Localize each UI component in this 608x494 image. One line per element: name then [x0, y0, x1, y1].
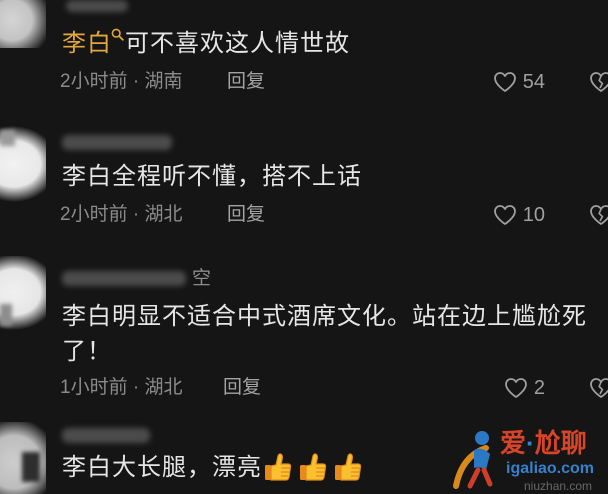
heart-outline-icon	[493, 205, 516, 225]
comment-body: 可不喜欢这人情世故	[125, 30, 350, 57]
like-count: 2	[533, 377, 545, 399]
avatar-mosaic-block	[0, 130, 15, 146]
reply-button[interactable]: 回复	[223, 376, 261, 400]
comment-text: 李白 可不喜欢这人情世故	[62, 28, 350, 59]
like-button[interactable]: 2	[504, 376, 545, 400]
reply-button[interactable]: 回复	[227, 203, 265, 227]
broken-heart-icon	[590, 205, 608, 225]
search-icon	[111, 28, 124, 41]
thumbs-up-emoji	[335, 453, 362, 481]
avatar[interactable]	[0, 126, 46, 202]
thumbs-up-emoji	[300, 453, 327, 481]
avatar[interactable]	[0, 0, 46, 48]
like-count: 54	[522, 71, 545, 93]
reply-button[interactable]: 回复	[227, 70, 265, 94]
avatar-mosaic-block	[22, 452, 40, 482]
watermark-figure-logo	[453, 431, 493, 489]
avatar[interactable]	[0, 256, 46, 330]
dislike-button[interactable]	[589, 70, 608, 94]
keyword-search-link[interactable]: 李白	[62, 28, 125, 57]
like-button[interactable]: 10	[493, 203, 545, 227]
username-blurred[interactable]	[62, 135, 172, 150]
comment-text: 李白大长腿，漂亮	[62, 454, 262, 481]
username-blurred[interactable]	[66, 0, 128, 12]
heart-outline-icon	[493, 72, 516, 92]
comment-text: 李白明显不适合中式酒席文化。站在边上尴尬死了！	[62, 303, 587, 365]
comment-meta: 2小时前 · 湖北	[60, 204, 183, 225]
like-button[interactable]: 54	[493, 70, 545, 94]
dislike-button[interactable]	[589, 376, 608, 400]
watermark-secondary-domain: niuzhan.com	[524, 479, 593, 493]
watermark-logo-char: 爱	[500, 428, 527, 458]
username-visible-part[interactable]: 空	[192, 267, 211, 291]
username-blurred[interactable]	[62, 271, 186, 286]
watermark-logo-char: 尬聊	[534, 428, 587, 458]
avatar-mosaic-block	[0, 304, 12, 326]
comment-meta: 1小时前 · 湖北	[60, 377, 183, 398]
watermark-logo-dot: ·	[526, 428, 535, 458]
heart-outline-icon	[504, 378, 527, 398]
username-blurred[interactable]	[62, 428, 150, 443]
comment-meta: 2小时前 · 湖南	[60, 71, 183, 92]
thumbs-up-emoji	[265, 453, 292, 481]
highlight-keyword: 李白	[62, 30, 112, 57]
dislike-button[interactable]	[589, 203, 608, 227]
watermark-domain: igaliao.com	[506, 460, 595, 477]
comment-list: 李白 可不喜欢这人情世故 2小时前 · 湖南 回复 54 李白全程听不懂，搭不上话…	[0, 0, 608, 494]
watermark-logo-text: 爱·尬聊	[500, 428, 587, 458]
like-count: 10	[522, 204, 545, 226]
emoji-row	[262, 451, 364, 483]
broken-heart-icon	[590, 378, 608, 398]
comment-text: 李白全程听不懂，搭不上话	[62, 163, 362, 190]
broken-heart-icon	[590, 72, 608, 92]
avatar[interactable]	[0, 422, 46, 494]
